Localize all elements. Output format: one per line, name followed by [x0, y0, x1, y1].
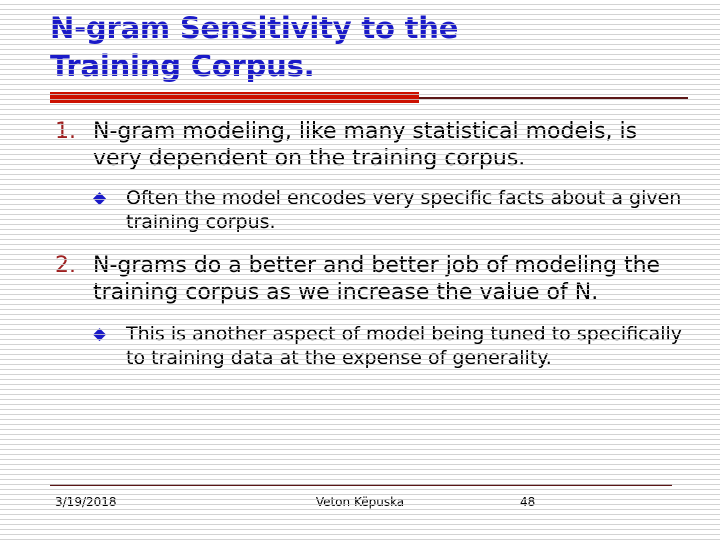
slide-body: 1. N-gram modeling, like many statistica…: [0, 118, 720, 370]
sub-list-item: ◆ This is another aspect of model being …: [0, 322, 720, 370]
slide-title-line-1: N-gram Sensitivity to the: [50, 11, 459, 45]
slide-canvas: N-gram Sensitivity to the Training Corpu…: [0, 0, 720, 540]
slide-footer: 3/19/2018 Veton Këpuska 48: [0, 494, 720, 514]
list-item: 2. N-grams do a better and better job of…: [0, 252, 720, 306]
list-item: 1. N-gram modeling, like many statistica…: [0, 118, 720, 172]
sub-list-item-text-2: This is another aspect of model being tu…: [126, 323, 683, 369]
list-marker-1: 1.: [55, 119, 76, 144]
sub-list-item-text-1: Often the model encodes very specific fa…: [126, 187, 682, 233]
slide-title-line-2: Training Corpus.: [50, 49, 315, 83]
footer-author: Veton Këpuska: [315, 495, 405, 509]
footer-divider: [50, 484, 672, 486]
list-item-text-1: N-gram modeling, like many statistical m…: [93, 119, 638, 171]
list-marker-2: 2.: [55, 253, 76, 278]
list-item-text-2: N-grams do a better and better job of mo…: [93, 253, 661, 305]
title-divider-thick: [50, 92, 419, 103]
slide-title: N-gram Sensitivity to the Training Corpu…: [50, 9, 690, 85]
sub-list-item: ◆ Often the model encodes very specific …: [0, 186, 720, 234]
diamond-bullet-icon: ◆: [93, 188, 107, 208]
footer-page-number: 48: [520, 495, 536, 509]
diamond-bullet-icon: ◆: [93, 324, 107, 344]
